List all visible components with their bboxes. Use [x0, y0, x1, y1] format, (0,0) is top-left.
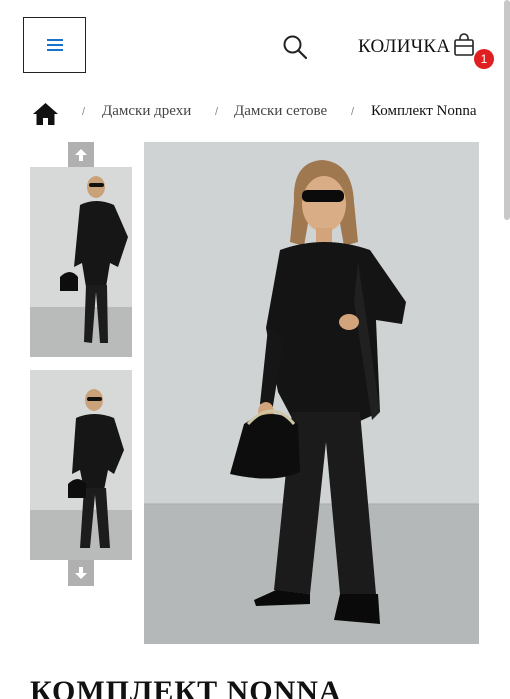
breadcrumb-separator: /: [215, 106, 219, 118]
breadcrumb-separator: /: [351, 106, 355, 118]
breadcrumb-item-womens-clothing[interactable]: Дамски дрехи: [102, 103, 191, 120]
product-main-image[interactable]: [144, 142, 479, 644]
product-thumbnail-image: [30, 167, 132, 357]
arrow-down-icon: [75, 567, 87, 579]
hamburger-icon: [46, 39, 63, 51]
shopping-bag-icon[interactable]: [453, 33, 475, 57]
thumbnail-prev-button[interactable]: [68, 142, 94, 168]
menu-button[interactable]: [23, 17, 86, 73]
breadcrumb-separator: /: [82, 106, 86, 118]
product-title: КОМПЛЕКТ NONNA: [30, 675, 342, 699]
scrollbar[interactable]: [504, 0, 510, 220]
breadcrumb: / Дамски дрехи / Дамски сетове / Комплек…: [32, 100, 502, 128]
product-photo: [144, 142, 479, 644]
product-thumbnail-image: [30, 370, 132, 560]
breadcrumb-item-current: Комплект Nonna: [371, 103, 477, 119]
search-icon[interactable]: [282, 34, 308, 60]
cart-link[interactable]: КОЛИЧКА: [358, 36, 450, 58]
home-icon[interactable]: [32, 102, 59, 126]
product-thumbnail[interactable]: [30, 370, 132, 560]
product-thumbnail[interactable]: [30, 167, 132, 357]
thumbnail-next-button[interactable]: [68, 560, 94, 586]
arrow-up-icon: [75, 149, 87, 161]
breadcrumb-item-womens-sets[interactable]: Дамски сетове: [234, 103, 327, 120]
cart-count-badge: 1: [474, 49, 494, 69]
